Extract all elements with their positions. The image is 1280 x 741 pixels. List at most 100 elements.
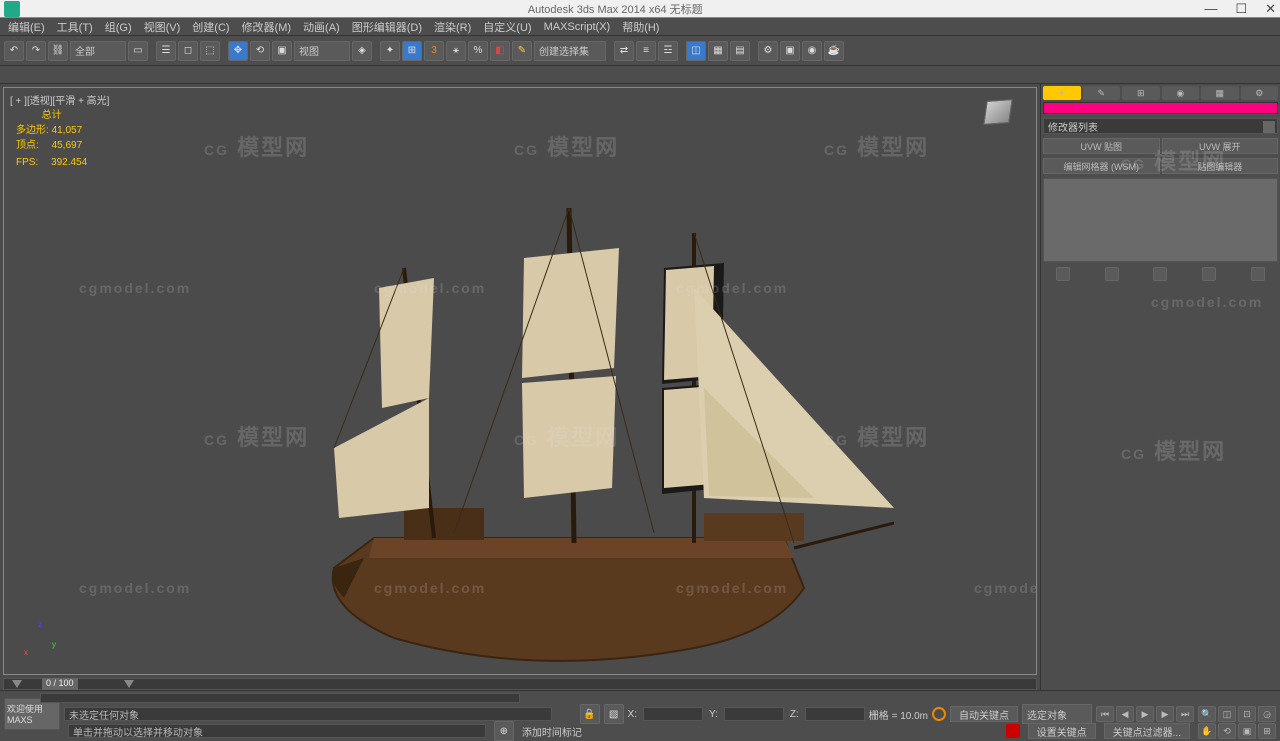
pivot-button[interactable]: ◈	[352, 41, 372, 61]
modifier-list-dropdown[interactable]: 修改器列表	[1043, 118, 1278, 134]
menu-maxscript[interactable]: MAXScript(X)	[540, 21, 615, 33]
window-crossing-button[interactable]: ⬚	[200, 41, 220, 61]
viewport-label[interactable]: [ + ][透视][平滑 + 高光]	[10, 92, 109, 107]
named-selection-dropdown[interactable]: 创建选择集	[534, 41, 606, 61]
select-scale-button[interactable]: ▣	[272, 41, 292, 61]
viewport-area: [ + ][透视][平滑 + 高光] 总计 多边形: 41,057 顶点: 45…	[0, 84, 1040, 690]
close-button[interactable]: ✕	[1265, 1, 1276, 17]
pan-button[interactable]: ✋	[1198, 723, 1216, 739]
spinner-snap-button[interactable]: %	[468, 41, 488, 61]
create-tab[interactable]: ✦	[1043, 86, 1081, 100]
link-button[interactable]: ⛓	[48, 41, 68, 61]
modify-tab[interactable]: ✎	[1083, 86, 1121, 100]
add-time-label[interactable]: 添加时间标记	[522, 724, 582, 739]
select-by-name-button[interactable]: ☰	[156, 41, 176, 61]
z-label: Z:	[790, 709, 799, 720]
viewport-stats: 总计 多边形: 41,057 顶点: 45,697 FPS: 392.454	[16, 106, 87, 168]
setkey-button[interactable]: 设置关键点	[1028, 723, 1096, 739]
walk-button[interactable]: ⊞	[1258, 723, 1276, 739]
timeline-marker[interactable]: 0 / 100	[42, 678, 78, 690]
menu-graph[interactable]: 图形编辑器(D)	[348, 19, 426, 35]
mesh-edit-wsm-button[interactable]: 编辑网格器 (WSM)	[1043, 158, 1160, 174]
setkey-icon[interactable]	[1006, 724, 1020, 738]
make-unique-button[interactable]	[1153, 267, 1167, 281]
ref-coord-dropdown[interactable]: 视图	[294, 41, 350, 61]
render-production-button[interactable]: ◉	[802, 41, 822, 61]
menu-group[interactable]: 组(G)	[101, 19, 136, 35]
z-input[interactable]	[805, 707, 865, 721]
viewcube[interactable]	[978, 100, 1018, 136]
configure-button[interactable]	[1251, 267, 1265, 281]
snap-toggle-button[interactable]: ⊞	[402, 41, 422, 61]
display-tab[interactable]: ▦	[1201, 86, 1239, 100]
motion-tab[interactable]: ◉	[1162, 86, 1200, 100]
undo-button[interactable]: ↶	[4, 41, 24, 61]
timeline-slider[interactable]: 0 / 100	[3, 678, 1037, 690]
menu-edit[interactable]: 编辑(E)	[4, 19, 49, 35]
select-move-button[interactable]: ✥	[228, 41, 248, 61]
dropdown-arrow-icon	[1263, 121, 1275, 133]
manipulate-button[interactable]: ✦	[380, 41, 400, 61]
key-mode-icon[interactable]	[932, 707, 946, 721]
rect-region-button[interactable]: ◻	[178, 41, 198, 61]
menu-tools[interactable]: 工具(T)	[53, 19, 97, 35]
menu-views[interactable]: 视图(V)	[140, 19, 185, 35]
mirror-button[interactable]: ⇄	[614, 41, 634, 61]
perspective-viewport[interactable]: [ + ][透视][平滑 + 高光] 总计 多边形: 41,057 顶点: 45…	[3, 87, 1037, 675]
hierarchy-tab[interactable]: ⊞	[1122, 86, 1160, 100]
select-rotate-button[interactable]: ⟲	[250, 41, 270, 61]
angle-snap-button[interactable]: 3	[424, 41, 444, 61]
menu-create[interactable]: 创建(C)	[188, 19, 233, 35]
minimize-button[interactable]: —	[1204, 1, 1217, 17]
map-editor-button[interactable]: 贴图编辑器	[1162, 158, 1279, 174]
menu-animation[interactable]: 动画(A)	[299, 19, 344, 35]
orbit-button[interactable]: ⟲	[1218, 723, 1236, 739]
timeline-start-icon	[12, 680, 22, 688]
menu-render[interactable]: 渲染(R)	[430, 19, 475, 35]
secondary-toolbar	[0, 66, 1280, 84]
modifier-stack[interactable]	[1043, 178, 1278, 262]
max-viewport-button[interactable]: ▣	[1238, 723, 1256, 739]
x-input[interactable]	[643, 707, 703, 721]
align-button[interactable]: ≡	[636, 41, 656, 61]
window-controls: — ☐ ✕	[1204, 1, 1276, 17]
timeline-end-icon	[124, 680, 134, 688]
object-color-swatch[interactable]	[1043, 102, 1278, 114]
curve-editor-button[interactable]: ◫	[686, 41, 706, 61]
maximize-button[interactable]: ☐	[1235, 1, 1247, 17]
menu-modifiers[interactable]: 修改器(M)	[238, 19, 296, 35]
layers-button[interactable]: ☲	[658, 41, 678, 61]
render-setup-button[interactable]: ⚙	[758, 41, 778, 61]
time-tag-button[interactable]: ⊕	[494, 721, 514, 741]
percent-snap-button[interactable]: ⚹	[446, 41, 466, 61]
vert-label: 顶点:	[16, 140, 39, 151]
key-filters-button[interactable]: 关键点过滤器...	[1104, 723, 1190, 739]
material-button[interactable]: ▤	[730, 41, 750, 61]
schematic-button[interactable]: ▦	[708, 41, 728, 61]
selection-filter-dropdown[interactable]: 全部	[70, 41, 126, 61]
edit-sel-button[interactable]: ◧	[490, 41, 510, 61]
menu-customize[interactable]: 自定义(U)	[479, 19, 535, 35]
y-input[interactable]	[724, 707, 784, 721]
redo-button[interactable]: ↷	[26, 41, 46, 61]
select-object-button[interactable]: ▭	[128, 41, 148, 61]
brush-button[interactable]: ✎	[512, 41, 532, 61]
uvw-unwrap-button[interactable]: UVW 展开	[1162, 138, 1279, 154]
command-panel: ✦ ✎ ⊞ ◉ ▦ ⚙ 修改器列表 UVW 贴图 UVW 展开 编辑网格器 (W…	[1040, 84, 1280, 690]
bottom-bar: 欢迎使用 MAXS 未选定任何对象 🔒 ▧ X: Y: Z: 栅格 = 10.0…	[0, 690, 1280, 738]
quick-render-button[interactable]: ☕	[824, 41, 844, 61]
menu-help[interactable]: 帮助(H)	[618, 19, 663, 35]
lock-selection-button[interactable]: 🔒	[580, 704, 600, 724]
uvw-map-button[interactable]: UVW 贴图	[1043, 138, 1160, 154]
show-end-button[interactable]	[1105, 267, 1119, 281]
render-frame-button[interactable]: ▣	[780, 41, 800, 61]
pin-stack-button[interactable]	[1056, 267, 1070, 281]
selection-lock-dropdown[interactable]: 选定对象	[1022, 704, 1092, 724]
stack-tools	[1043, 266, 1278, 282]
ship-model[interactable]	[274, 188, 894, 675]
utilities-tab[interactable]: ⚙	[1241, 86, 1279, 100]
track-bar[interactable]	[40, 693, 520, 703]
remove-mod-button[interactable]	[1202, 267, 1216, 281]
absolute-mode-button[interactable]: ▧	[604, 704, 624, 724]
fps-value: 392.454	[51, 157, 87, 168]
